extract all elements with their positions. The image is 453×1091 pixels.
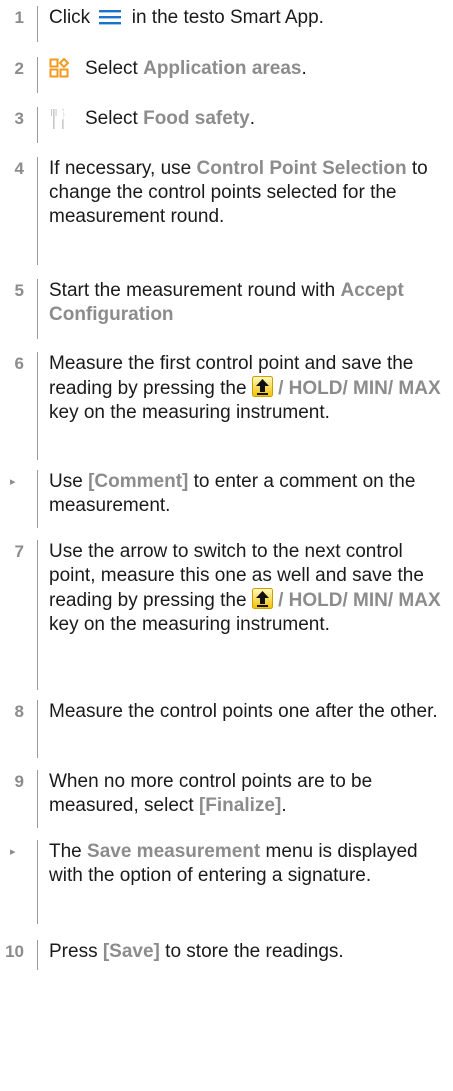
step-divider	[37, 107, 38, 143]
result-marker: ▸	[10, 476, 16, 488]
step-divider	[37, 157, 38, 265]
step-divider	[37, 940, 38, 970]
step-number: 10	[5, 942, 24, 961]
step-text-run: Select	[85, 58, 144, 79]
step-text: If necessary, use Control Point Selectio…	[49, 157, 445, 229]
step-text: Measure the first control point and save…	[49, 352, 445, 425]
step-text: Start the measurement round with Accept …	[49, 279, 445, 327]
step-number: 8	[14, 702, 24, 721]
step-text-run: .	[301, 58, 307, 79]
step-text-run: Click	[49, 7, 96, 28]
step-number: 5	[14, 281, 24, 300]
ui-term: Control Point Selection	[196, 158, 407, 179]
upload-arrow-icon	[251, 376, 273, 397]
step-text-run: Start the measurement round with	[49, 280, 341, 301]
fork-knife-icon	[50, 108, 68, 130]
step-divider	[37, 700, 38, 758]
step-number: 4	[14, 159, 24, 178]
upload-arrow-icon	[251, 588, 273, 609]
step-text-run: Measure the control points one after the…	[49, 701, 438, 722]
step-divider	[37, 470, 38, 528]
step-text-run: If necessary, use	[49, 158, 197, 179]
step-text-run: key on the measuring instrument.	[49, 614, 330, 635]
ui-term: [Finalize]	[198, 795, 282, 816]
ui-term: Application areas	[143, 58, 302, 79]
step-text: When no more control points are to be me…	[49, 770, 445, 818]
step-number: 9	[14, 772, 24, 791]
step-divider	[37, 279, 38, 339]
ui-term: Food safety	[143, 108, 250, 129]
step-number: 1	[14, 8, 24, 27]
step-text: Use the arrow to switch to the next cont…	[49, 540, 445, 637]
step-number: 3	[14, 109, 24, 128]
step-number: 7	[14, 542, 24, 561]
step-text-run: Press	[49, 941, 103, 962]
step-text: Press [Save] to store the readings.	[49, 940, 445, 964]
step-text-run: The	[49, 841, 88, 862]
step-text-run: key on the measuring instrument.	[49, 402, 330, 423]
grid-icon	[49, 57, 70, 78]
step-divider	[37, 6, 38, 42]
step-divider	[37, 840, 38, 924]
step-text: Measure the control points one after the…	[49, 700, 445, 724]
step-text-run: in the testo Smart App.	[126, 7, 324, 28]
result-marker: ▸	[10, 846, 16, 858]
step-divider	[37, 57, 38, 93]
ui-term: [Save]	[102, 941, 160, 962]
step-number: 2	[14, 59, 24, 78]
step-text-run: Select	[85, 108, 144, 129]
ui-term: Save measurement	[87, 841, 261, 862]
step-text-run: .	[281, 795, 287, 816]
step-text: Select Food safety.	[85, 107, 445, 131]
step-number: 6	[14, 354, 24, 373]
step-text-run: to store the readings.	[159, 941, 344, 962]
menu-icon	[98, 7, 122, 27]
step-text: Select Application areas.	[85, 57, 445, 81]
step-divider	[37, 540, 38, 690]
ui-term: / HOLD/ MIN/ MAX	[272, 590, 441, 611]
ui-term: [Comment]	[88, 471, 189, 492]
step-text: Use [Comment] to enter a comment on the …	[49, 470, 445, 518]
step-divider	[37, 352, 38, 460]
ui-term: / HOLD/ MIN/ MAX	[272, 378, 441, 399]
step-text: The Save measurement menu is displayed w…	[49, 840, 445, 888]
step-divider	[37, 770, 38, 828]
step-text: Click in the testo Smart App.	[49, 6, 445, 30]
step-text-run: .	[249, 108, 255, 129]
step-text-run: Use	[49, 471, 89, 492]
